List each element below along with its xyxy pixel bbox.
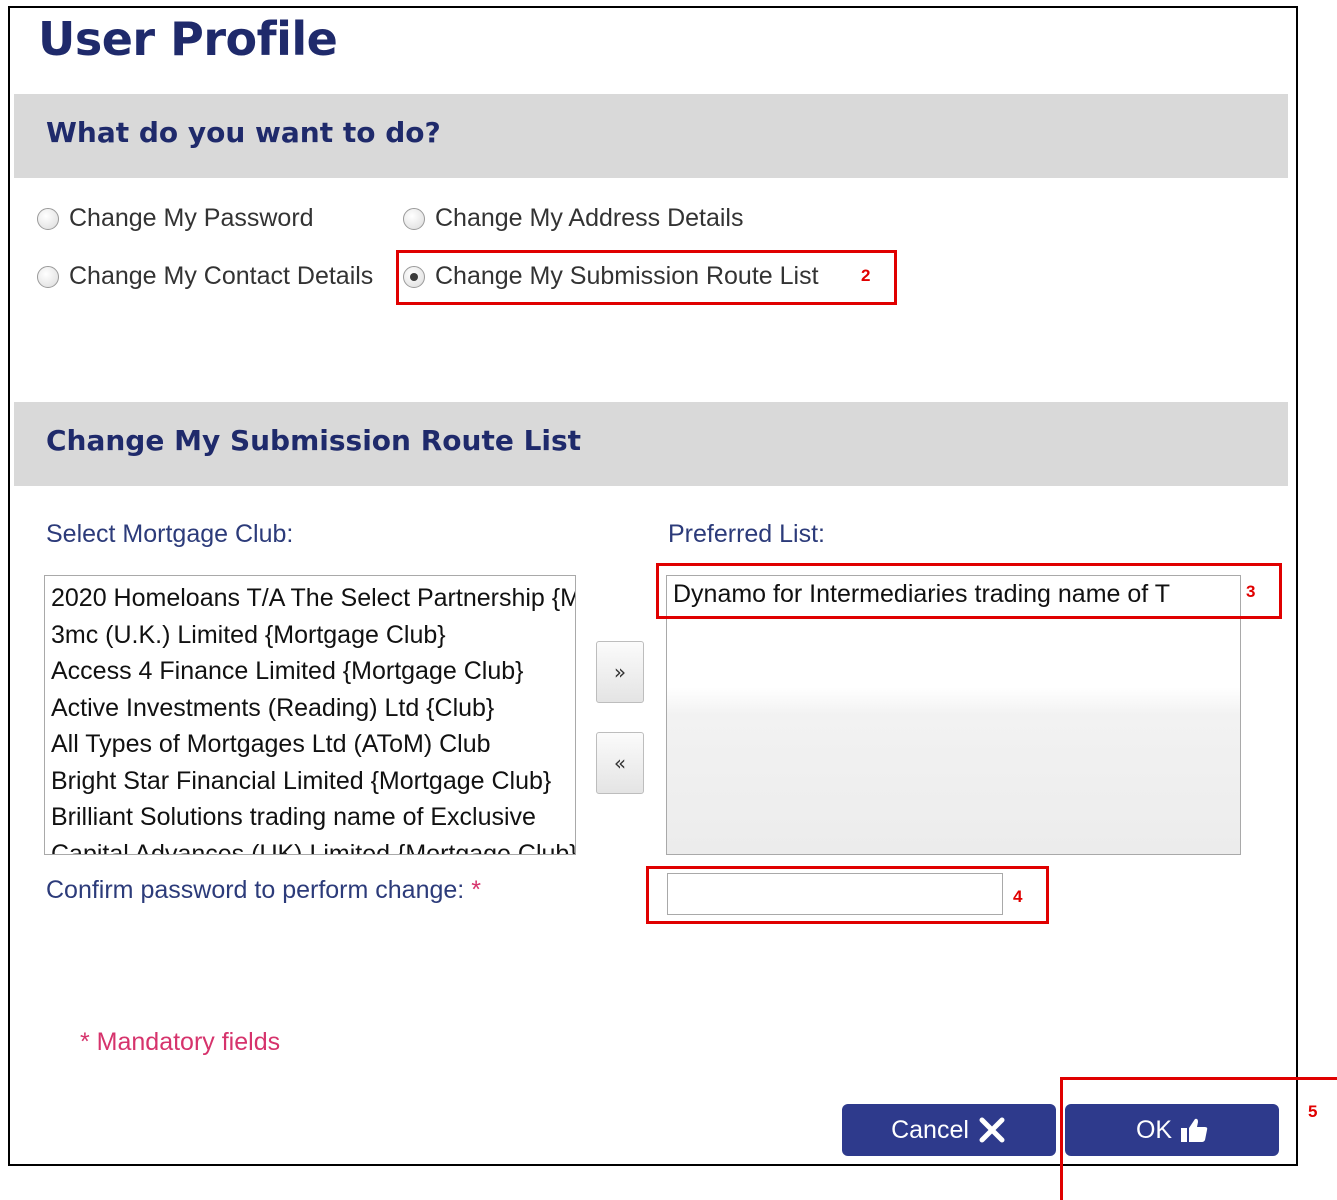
list-item[interactable]: Access 4 Finance Limited {Mortgage Club} (51, 653, 575, 690)
close-icon (979, 1117, 1005, 1143)
annotation-highlight-5-left (1060, 1077, 1063, 1200)
remove-from-preferred-button[interactable]: « (596, 732, 644, 794)
radio-change-password[interactable]: Change My Password (37, 204, 314, 233)
annotation-highlight-5-top (1060, 1077, 1337, 1080)
section-header-route: Change My Submission Route List (14, 402, 1288, 486)
cancel-button[interactable]: Cancel (842, 1104, 1056, 1156)
list-item[interactable]: Bright Star Financial Limited {Mortgage … (51, 763, 575, 800)
section-header-action: What do you want to do? (14, 94, 1288, 178)
select-club-label: Select Mortgage Club: (46, 520, 294, 548)
required-asterisk: * (471, 876, 481, 904)
list-item[interactable]: Capital Advances (UK) Limited {Mortgage … (51, 836, 575, 855)
mortgage-club-listbox[interactable]: 2020 Homeloans T/A The Select Partnershi… (44, 575, 576, 855)
radio-label: Change My Password (69, 204, 314, 232)
radio-circle-icon[interactable] (37, 207, 59, 230)
list-item[interactable]: Brilliant Solutions trading name of Excl… (51, 799, 575, 836)
annotation-number-2: 2 (861, 266, 871, 285)
ok-button[interactable]: OK (1065, 1104, 1279, 1156)
annotation-number-5: 5 (1308, 1102, 1318, 1121)
add-to-preferred-button[interactable]: » (596, 641, 644, 703)
thumbs-up-icon (1181, 1118, 1208, 1142)
annotation-highlight-3 (656, 563, 1282, 619)
radio-label: Change My Contact Details (69, 262, 374, 290)
annotation-highlight-2 (396, 250, 897, 305)
mandatory-fields-note: * Mandatory fields (80, 1028, 281, 1056)
section-title-route: Change My Submission Route List (46, 424, 582, 457)
radio-circle-icon[interactable] (37, 265, 59, 288)
list-item[interactable]: 2020 Homeloans T/A The Select Partnershi… (51, 580, 575, 617)
preferred-list-label: Preferred List: (668, 520, 826, 548)
radio-circle-icon[interactable] (403, 207, 425, 230)
confirm-password-text: Confirm password to perform change: (46, 876, 465, 904)
annotation-number-4: 4 (1013, 887, 1023, 906)
cancel-button-label: Cancel (891, 1115, 969, 1144)
list-item[interactable]: All Types of Mortgages Ltd (AToM) Club (51, 726, 575, 763)
annotation-number-3: 3 (1246, 582, 1256, 601)
annotation-highlight-4 (646, 866, 1049, 924)
page-title: User Profile (38, 12, 338, 66)
list-item[interactable]: 3mc (U.K.) Limited {Mortgage Club} (51, 617, 575, 654)
ok-button-label: OK (1135, 1115, 1173, 1144)
radio-change-contact[interactable]: Change My Contact Details (37, 262, 373, 291)
list-item[interactable]: Active Investments (Reading) Ltd {Club} (51, 690, 575, 727)
radio-change-address[interactable]: Change My Address Details (403, 204, 743, 233)
radio-label: Change My Address Details (435, 204, 744, 232)
confirm-password-label: Confirm password to perform change: * (46, 876, 481, 905)
section-title-action: What do you want to do? (46, 116, 441, 149)
